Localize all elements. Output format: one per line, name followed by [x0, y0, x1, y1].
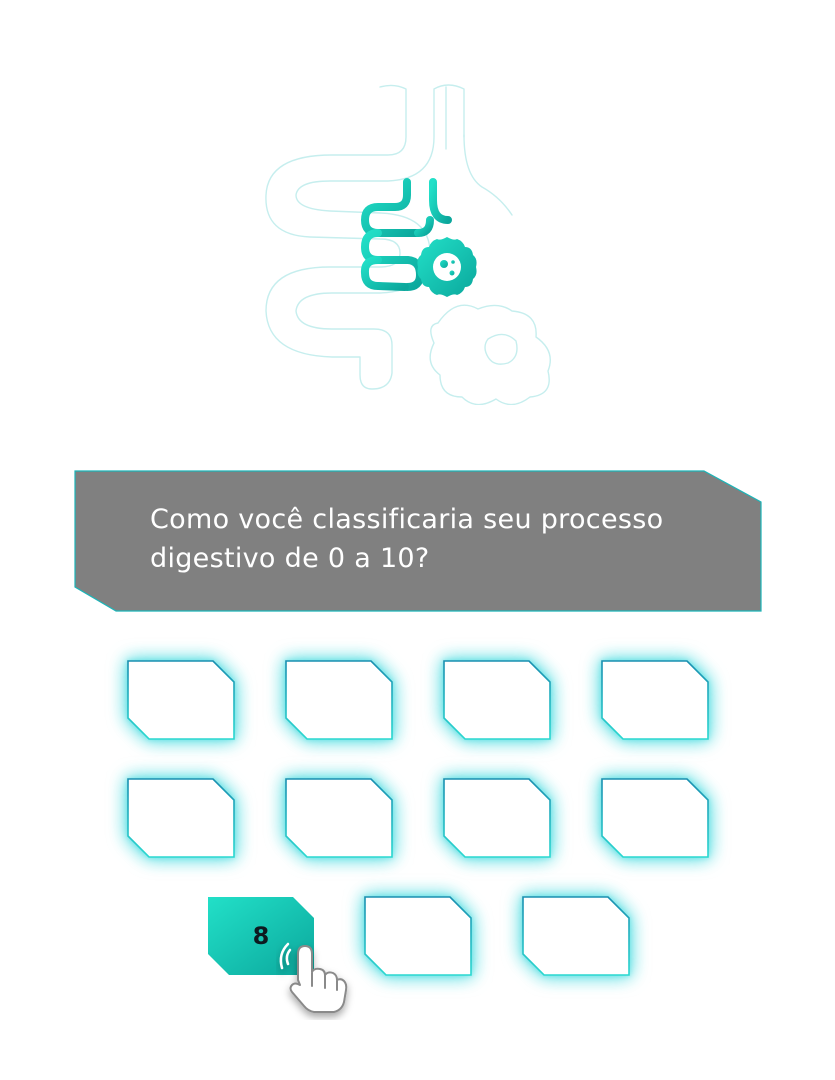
hand-pointer-icon: [276, 940, 356, 1020]
rating-option[interactable]: [443, 778, 551, 858]
rating-option[interactable]: [127, 778, 235, 858]
rating-option[interactable]: [285, 660, 393, 740]
question-card: Como você classificaria seu processo dig…: [74, 470, 762, 612]
rating-option-label: [285, 660, 393, 740]
rating-option-label: [601, 778, 709, 858]
rating-option[interactable]: [443, 660, 551, 740]
rating-option[interactable]: [522, 896, 630, 976]
intestine-bacteria-illustration: [250, 75, 590, 406]
rating-option-label: [443, 778, 551, 858]
rating-option-label: [364, 896, 472, 976]
rating-option[interactable]: [601, 778, 709, 858]
rating-option-label: [522, 896, 630, 976]
rating-option-label: [285, 778, 393, 858]
intestine-with-bacteria-icon: [265, 84, 551, 406]
question-text: Como você classificaria seu processo dig…: [150, 504, 664, 574]
rating-option-label: [127, 660, 235, 740]
rating-option-label: [443, 660, 551, 740]
rating-option[interactable]: [601, 660, 709, 740]
rating-option-label: [601, 660, 709, 740]
rating-option[interactable]: [127, 660, 235, 740]
rating-option[interactable]: [364, 896, 472, 976]
rating-option-label: [127, 778, 235, 858]
rating-option[interactable]: [285, 778, 393, 858]
